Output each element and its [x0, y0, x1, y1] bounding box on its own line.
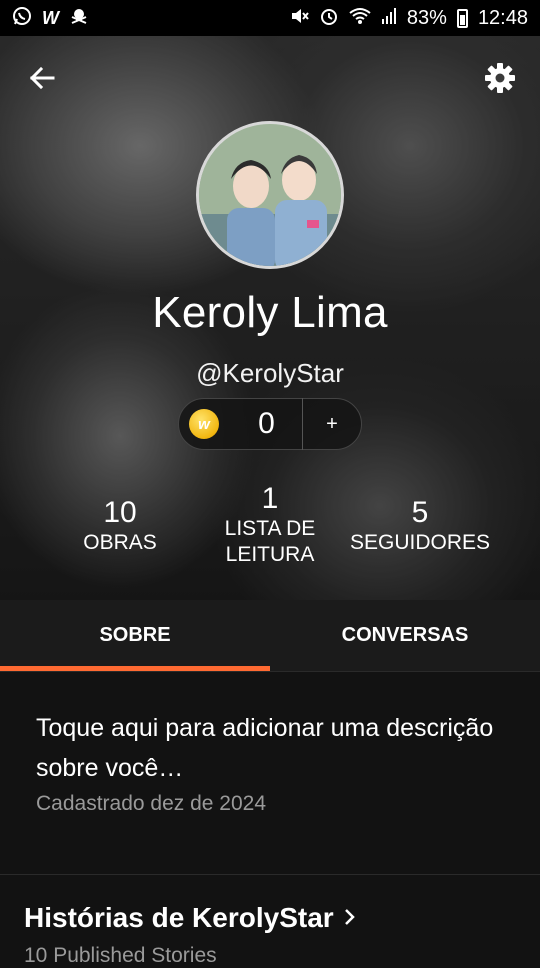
gear-icon [484, 62, 516, 99]
status-bar-left: W [12, 6, 89, 31]
status-bar-right: 83% 12:48 [289, 6, 528, 31]
tab-conversas[interactable]: CONVERSAS [270, 600, 540, 671]
stories-header[interactable]: Histórias de KerolyStar [24, 902, 356, 934]
pirate-icon [69, 6, 89, 31]
stat-reading-list[interactable]: 1 LISTA DE LEITURA [200, 482, 340, 568]
profile-header: Keroly Lima @KerolyStar w 0 + 10 OBRAS 1… [0, 36, 540, 600]
chevron-right-icon [344, 902, 356, 934]
section-divider [0, 874, 540, 875]
stat-reading-count: 1 [261, 482, 279, 515]
wattpad-icon: W [42, 7, 59, 28]
battery-percent: 83% [406, 6, 447, 29]
coin-count: 0 [258, 407, 275, 440]
profile-name: Keroly Lima [152, 288, 388, 337]
joined-date: Cadastrado dez de 2024 [36, 792, 267, 815]
coin-balance[interactable]: w 0 + [178, 398, 362, 450]
clock: 12:48 [477, 6, 528, 29]
battery-icon [456, 8, 468, 28]
avatar[interactable] [196, 121, 344, 269]
coin-icon: w [189, 409, 219, 439]
stat-works-count: 10 [103, 496, 137, 529]
settings-button[interactable] [478, 58, 522, 102]
wifi-icon [349, 7, 371, 30]
signal-icon [381, 7, 397, 30]
mute-icon [289, 6, 309, 31]
alarm-icon [319, 6, 339, 31]
tab-sobre[interactable]: SOBRE [0, 600, 270, 671]
stat-reading-label-line2: LEITURA [225, 543, 315, 566]
add-description-prompt[interactable]: Toque aqui para adicionar uma descrição … [36, 708, 506, 788]
profile-tabs: SOBRE CONVERSAS [0, 600, 540, 672]
stat-followers-count: 5 [411, 496, 429, 529]
stories-title: Histórias de KerolyStar [24, 902, 334, 933]
stat-reading-label-line1: LISTA DE [224, 517, 316, 540]
arrow-left-icon [28, 64, 56, 97]
stat-followers[interactable]: 5 SEGUIDORES [345, 496, 495, 556]
add-coins-button[interactable]: + [303, 413, 361, 436]
stat-followers-label: SEGUIDORES [349, 531, 491, 554]
stat-works-label: OBRAS [83, 531, 157, 554]
back-button[interactable] [22, 60, 62, 100]
stat-works[interactable]: 10 OBRAS [60, 496, 180, 556]
profile-username: @KerolyStar [196, 358, 344, 388]
about-section: Toque aqui para adicionar uma descrição … [36, 708, 506, 816]
stories-count: 10 Published Stories [24, 944, 217, 967]
avatar-photo [199, 124, 341, 266]
profile-stats: 10 OBRAS 1 LISTA DE LEITURA 5 SEGUIDORES [0, 476, 540, 586]
status-bar: W 83% 12:48 [0, 0, 540, 36]
whatsapp-icon [12, 6, 32, 31]
